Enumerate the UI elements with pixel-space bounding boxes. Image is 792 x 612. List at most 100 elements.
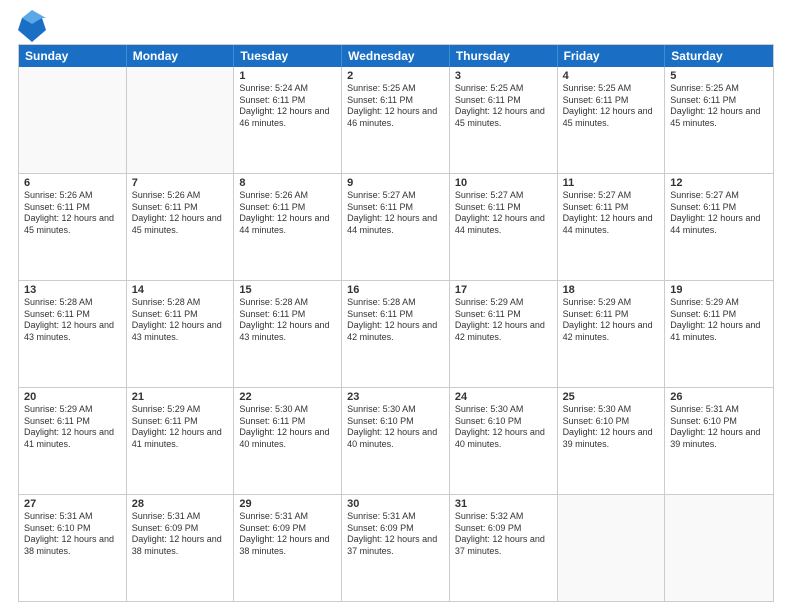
calendar-cell-13: 13Sunrise: 5:28 AM Sunset: 6:11 PM Dayli… <box>19 281 127 387</box>
day-number: 30 <box>347 498 444 510</box>
calendar-cell-8: 8Sunrise: 5:26 AM Sunset: 6:11 PM Daylig… <box>234 174 342 280</box>
calendar-cell-empty <box>665 495 773 601</box>
day-info: Sunrise: 5:31 AM Sunset: 6:10 PM Dayligh… <box>24 511 121 558</box>
day-number: 11 <box>563 177 660 189</box>
day-number: 3 <box>455 70 552 82</box>
day-info: Sunrise: 5:28 AM Sunset: 6:11 PM Dayligh… <box>347 297 444 344</box>
calendar-row-1: 6Sunrise: 5:26 AM Sunset: 6:11 PM Daylig… <box>19 173 773 280</box>
header-day-tuesday: Tuesday <box>234 45 342 67</box>
calendar-cell-24: 24Sunrise: 5:30 AM Sunset: 6:10 PM Dayli… <box>450 388 558 494</box>
day-number: 27 <box>24 498 121 510</box>
calendar-cell-22: 22Sunrise: 5:30 AM Sunset: 6:11 PM Dayli… <box>234 388 342 494</box>
header-day-monday: Monday <box>127 45 235 67</box>
day-info: Sunrise: 5:27 AM Sunset: 6:11 PM Dayligh… <box>455 190 552 237</box>
calendar-cell-26: 26Sunrise: 5:31 AM Sunset: 6:10 PM Dayli… <box>665 388 773 494</box>
calendar-cell-18: 18Sunrise: 5:29 AM Sunset: 6:11 PM Dayli… <box>558 281 666 387</box>
day-info: Sunrise: 5:27 AM Sunset: 6:11 PM Dayligh… <box>563 190 660 237</box>
day-number: 5 <box>670 70 768 82</box>
day-info: Sunrise: 5:28 AM Sunset: 6:11 PM Dayligh… <box>239 297 336 344</box>
day-info: Sunrise: 5:29 AM Sunset: 6:11 PM Dayligh… <box>24 404 121 451</box>
day-number: 8 <box>239 177 336 189</box>
day-info: Sunrise: 5:31 AM Sunset: 6:09 PM Dayligh… <box>239 511 336 558</box>
calendar-cell-1: 1Sunrise: 5:24 AM Sunset: 6:11 PM Daylig… <box>234 67 342 173</box>
calendar-cell-10: 10Sunrise: 5:27 AM Sunset: 6:11 PM Dayli… <box>450 174 558 280</box>
day-number: 14 <box>132 284 229 296</box>
day-number: 7 <box>132 177 229 189</box>
calendar-cell-4: 4Sunrise: 5:25 AM Sunset: 6:11 PM Daylig… <box>558 67 666 173</box>
calendar-cell-7: 7Sunrise: 5:26 AM Sunset: 6:11 PM Daylig… <box>127 174 235 280</box>
calendar-row-3: 20Sunrise: 5:29 AM Sunset: 6:11 PM Dayli… <box>19 387 773 494</box>
day-number: 23 <box>347 391 444 403</box>
calendar-cell-14: 14Sunrise: 5:28 AM Sunset: 6:11 PM Dayli… <box>127 281 235 387</box>
logo-icon <box>18 10 42 38</box>
day-info: Sunrise: 5:31 AM Sunset: 6:09 PM Dayligh… <box>347 511 444 558</box>
calendar-cell-21: 21Sunrise: 5:29 AM Sunset: 6:11 PM Dayli… <box>127 388 235 494</box>
day-info: Sunrise: 5:25 AM Sunset: 6:11 PM Dayligh… <box>670 83 768 130</box>
day-info: Sunrise: 5:32 AM Sunset: 6:09 PM Dayligh… <box>455 511 552 558</box>
day-number: 18 <box>563 284 660 296</box>
calendar-cell-27: 27Sunrise: 5:31 AM Sunset: 6:10 PM Dayli… <box>19 495 127 601</box>
day-info: Sunrise: 5:26 AM Sunset: 6:11 PM Dayligh… <box>24 190 121 237</box>
calendar-cell-16: 16Sunrise: 5:28 AM Sunset: 6:11 PM Dayli… <box>342 281 450 387</box>
logo <box>18 10 44 38</box>
day-info: Sunrise: 5:26 AM Sunset: 6:11 PM Dayligh… <box>132 190 229 237</box>
day-info: Sunrise: 5:31 AM Sunset: 6:10 PM Dayligh… <box>670 404 768 451</box>
calendar-cell-5: 5Sunrise: 5:25 AM Sunset: 6:11 PM Daylig… <box>665 67 773 173</box>
day-number: 10 <box>455 177 552 189</box>
calendar-cell-11: 11Sunrise: 5:27 AM Sunset: 6:11 PM Dayli… <box>558 174 666 280</box>
day-number: 1 <box>239 70 336 82</box>
day-info: Sunrise: 5:25 AM Sunset: 6:11 PM Dayligh… <box>347 83 444 130</box>
day-info: Sunrise: 5:28 AM Sunset: 6:11 PM Dayligh… <box>24 297 121 344</box>
calendar-cell-2: 2Sunrise: 5:25 AM Sunset: 6:11 PM Daylig… <box>342 67 450 173</box>
calendar-cell-12: 12Sunrise: 5:27 AM Sunset: 6:11 PM Dayli… <box>665 174 773 280</box>
day-info: Sunrise: 5:26 AM Sunset: 6:11 PM Dayligh… <box>239 190 336 237</box>
day-info: Sunrise: 5:29 AM Sunset: 6:11 PM Dayligh… <box>563 297 660 344</box>
calendar-header: SundayMondayTuesdayWednesdayThursdayFrid… <box>19 45 773 67</box>
calendar-cell-17: 17Sunrise: 5:29 AM Sunset: 6:11 PM Dayli… <box>450 281 558 387</box>
calendar-row-2: 13Sunrise: 5:28 AM Sunset: 6:11 PM Dayli… <box>19 280 773 387</box>
calendar-cell-30: 30Sunrise: 5:31 AM Sunset: 6:09 PM Dayli… <box>342 495 450 601</box>
day-info: Sunrise: 5:27 AM Sunset: 6:11 PM Dayligh… <box>347 190 444 237</box>
day-info: Sunrise: 5:30 AM Sunset: 6:10 PM Dayligh… <box>455 404 552 451</box>
day-info: Sunrise: 5:24 AM Sunset: 6:11 PM Dayligh… <box>239 83 336 130</box>
day-number: 19 <box>670 284 768 296</box>
calendar-cell-31: 31Sunrise: 5:32 AM Sunset: 6:09 PM Dayli… <box>450 495 558 601</box>
day-number: 29 <box>239 498 336 510</box>
day-info: Sunrise: 5:29 AM Sunset: 6:11 PM Dayligh… <box>455 297 552 344</box>
day-number: 22 <box>239 391 336 403</box>
header-day-saturday: Saturday <box>665 45 773 67</box>
day-number: 13 <box>24 284 121 296</box>
calendar-body: 1Sunrise: 5:24 AM Sunset: 6:11 PM Daylig… <box>19 67 773 601</box>
day-number: 16 <box>347 284 444 296</box>
day-info: Sunrise: 5:30 AM Sunset: 6:10 PM Dayligh… <box>347 404 444 451</box>
header-day-thursday: Thursday <box>450 45 558 67</box>
day-number: 26 <box>670 391 768 403</box>
page: SundayMondayTuesdayWednesdayThursdayFrid… <box>0 0 792 612</box>
day-info: Sunrise: 5:25 AM Sunset: 6:11 PM Dayligh… <box>455 83 552 130</box>
header-day-friday: Friday <box>558 45 666 67</box>
day-number: 28 <box>132 498 229 510</box>
day-info: Sunrise: 5:25 AM Sunset: 6:11 PM Dayligh… <box>563 83 660 130</box>
day-info: Sunrise: 5:30 AM Sunset: 6:11 PM Dayligh… <box>239 404 336 451</box>
day-number: 24 <box>455 391 552 403</box>
calendar: SundayMondayTuesdayWednesdayThursdayFrid… <box>18 44 774 602</box>
day-info: Sunrise: 5:28 AM Sunset: 6:11 PM Dayligh… <box>132 297 229 344</box>
calendar-cell-20: 20Sunrise: 5:29 AM Sunset: 6:11 PM Dayli… <box>19 388 127 494</box>
day-info: Sunrise: 5:29 AM Sunset: 6:11 PM Dayligh… <box>132 404 229 451</box>
calendar-cell-empty <box>127 67 235 173</box>
day-number: 9 <box>347 177 444 189</box>
day-info: Sunrise: 5:30 AM Sunset: 6:10 PM Dayligh… <box>563 404 660 451</box>
day-info: Sunrise: 5:31 AM Sunset: 6:09 PM Dayligh… <box>132 511 229 558</box>
calendar-cell-15: 15Sunrise: 5:28 AM Sunset: 6:11 PM Dayli… <box>234 281 342 387</box>
calendar-row-4: 27Sunrise: 5:31 AM Sunset: 6:10 PM Dayli… <box>19 494 773 601</box>
calendar-cell-28: 28Sunrise: 5:31 AM Sunset: 6:09 PM Dayli… <box>127 495 235 601</box>
day-number: 25 <box>563 391 660 403</box>
calendar-cell-19: 19Sunrise: 5:29 AM Sunset: 6:11 PM Dayli… <box>665 281 773 387</box>
calendar-row-0: 1Sunrise: 5:24 AM Sunset: 6:11 PM Daylig… <box>19 67 773 173</box>
calendar-cell-6: 6Sunrise: 5:26 AM Sunset: 6:11 PM Daylig… <box>19 174 127 280</box>
calendar-cell-3: 3Sunrise: 5:25 AM Sunset: 6:11 PM Daylig… <box>450 67 558 173</box>
day-number: 20 <box>24 391 121 403</box>
day-info: Sunrise: 5:29 AM Sunset: 6:11 PM Dayligh… <box>670 297 768 344</box>
day-info: Sunrise: 5:27 AM Sunset: 6:11 PM Dayligh… <box>670 190 768 237</box>
calendar-cell-empty <box>558 495 666 601</box>
